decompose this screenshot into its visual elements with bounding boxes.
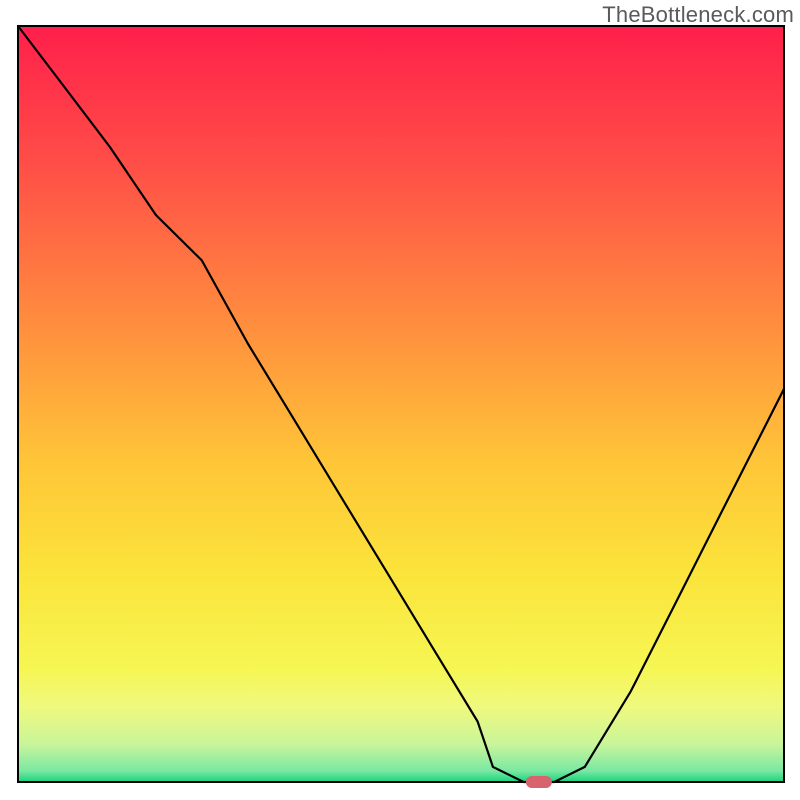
chart-svg <box>0 0 800 800</box>
watermark-text: TheBottleneck.com <box>602 2 794 28</box>
optimum-marker <box>526 776 552 788</box>
gradient-background <box>18 26 784 782</box>
chart-container: TheBottleneck.com <box>0 0 800 800</box>
